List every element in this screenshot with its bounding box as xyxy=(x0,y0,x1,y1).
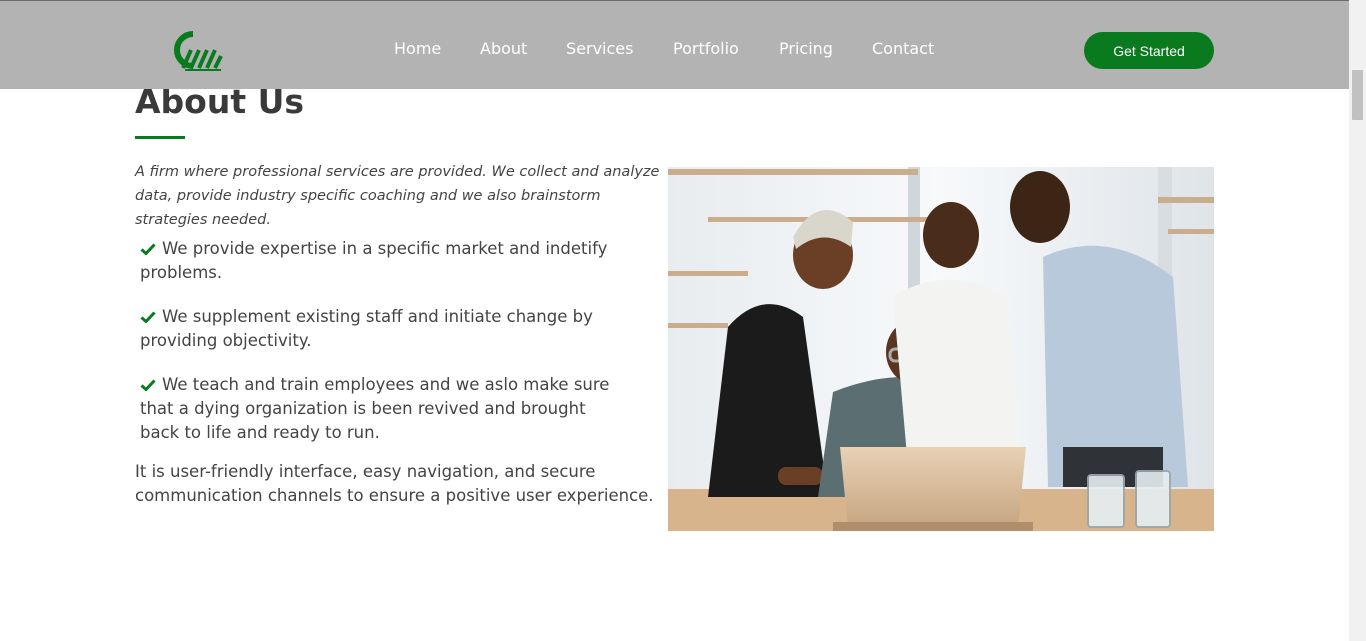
feature-text: We supplement existing staff and initiat… xyxy=(140,307,593,350)
nav-about[interactable]: About xyxy=(480,39,527,58)
team-photo xyxy=(668,167,1214,531)
feature-text: We provide expertise in a specific marke… xyxy=(140,239,608,282)
page-scrollbar[interactable] xyxy=(1349,0,1366,641)
cw-logo-icon[interactable] xyxy=(163,28,225,72)
site-header: Home About Services Portfolio Pricing Co… xyxy=(0,0,1349,89)
check-icon xyxy=(140,379,156,391)
closing-text: It is user-friendly interface, easy navi… xyxy=(135,462,654,505)
intro-text: A firm where professional services are p… xyxy=(135,164,660,228)
nav-contact[interactable]: Contact xyxy=(872,39,934,58)
check-icon xyxy=(140,243,156,255)
feature-item: We supplement existing staff and initiat… xyxy=(140,305,610,353)
nav-portfolio[interactable]: Portfolio xyxy=(673,39,739,58)
title-underline xyxy=(135,136,185,139)
get-started-button[interactable]: Get Started xyxy=(1084,32,1214,69)
check-icon xyxy=(140,311,156,323)
nav-services[interactable]: Services xyxy=(566,39,633,58)
feature-item: We teach and train employees and we aslo… xyxy=(140,373,610,445)
nav-home[interactable]: Home xyxy=(394,39,441,58)
feature-text: We teach and train employees and we aslo… xyxy=(140,375,610,442)
feature-item: We provide expertise in a specific marke… xyxy=(140,237,610,285)
scrollbar-thumb[interactable] xyxy=(1352,70,1363,120)
nav-pricing[interactable]: Pricing xyxy=(779,39,833,58)
feature-list: We provide expertise in a specific marke… xyxy=(140,237,610,445)
